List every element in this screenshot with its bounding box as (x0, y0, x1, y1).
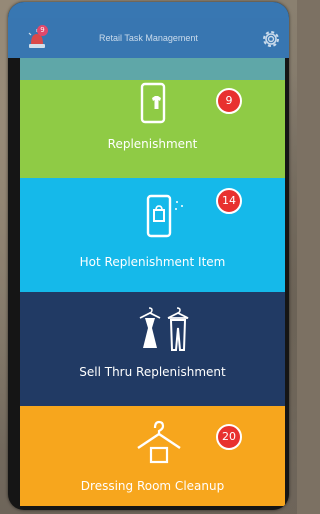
app-title: Retail Task Management (99, 33, 198, 43)
tile-replenishment[interactable]: 9 Replenishment (20, 58, 285, 178)
phone-frame: 9 Retail Task Management 9 Replenishment (8, 2, 289, 510)
tile-top-band (20, 58, 285, 80)
tile-label: Sell Thru Replenishment (79, 365, 226, 379)
tile-hot-replenishment[interactable]: 14 Hot Replenishment Item (20, 178, 285, 292)
tile-label: Replenishment (107, 137, 198, 151)
tile-count-badge: 9 (216, 88, 242, 114)
phone-shirt-icon (140, 82, 166, 124)
settings-button[interactable] (259, 27, 283, 51)
hanger-icon (137, 420, 181, 464)
phone-bag-icon (146, 194, 183, 238)
status-bar (8, 2, 289, 18)
tile-count-badge: 20 (216, 424, 242, 450)
clothes-on-hangers-icon (139, 307, 189, 351)
tile-label: Dressing Room Cleanup (80, 479, 225, 493)
app-header: 9 Retail Task Management (8, 18, 289, 58)
tile-sell-thru-replenishment[interactable]: Sell Thru Replenishment (20, 292, 285, 406)
gear-icon (263, 31, 279, 47)
task-tiles: 9 Replenishment 14 Hot Replenishment Ite… (20, 58, 285, 506)
tile-dressing-room-cleanup[interactable]: 20 Dressing Room Cleanup (20, 406, 285, 506)
tile-count-badge: 14 (216, 188, 242, 214)
tile-label: Hot Replenishment Item (79, 255, 226, 269)
